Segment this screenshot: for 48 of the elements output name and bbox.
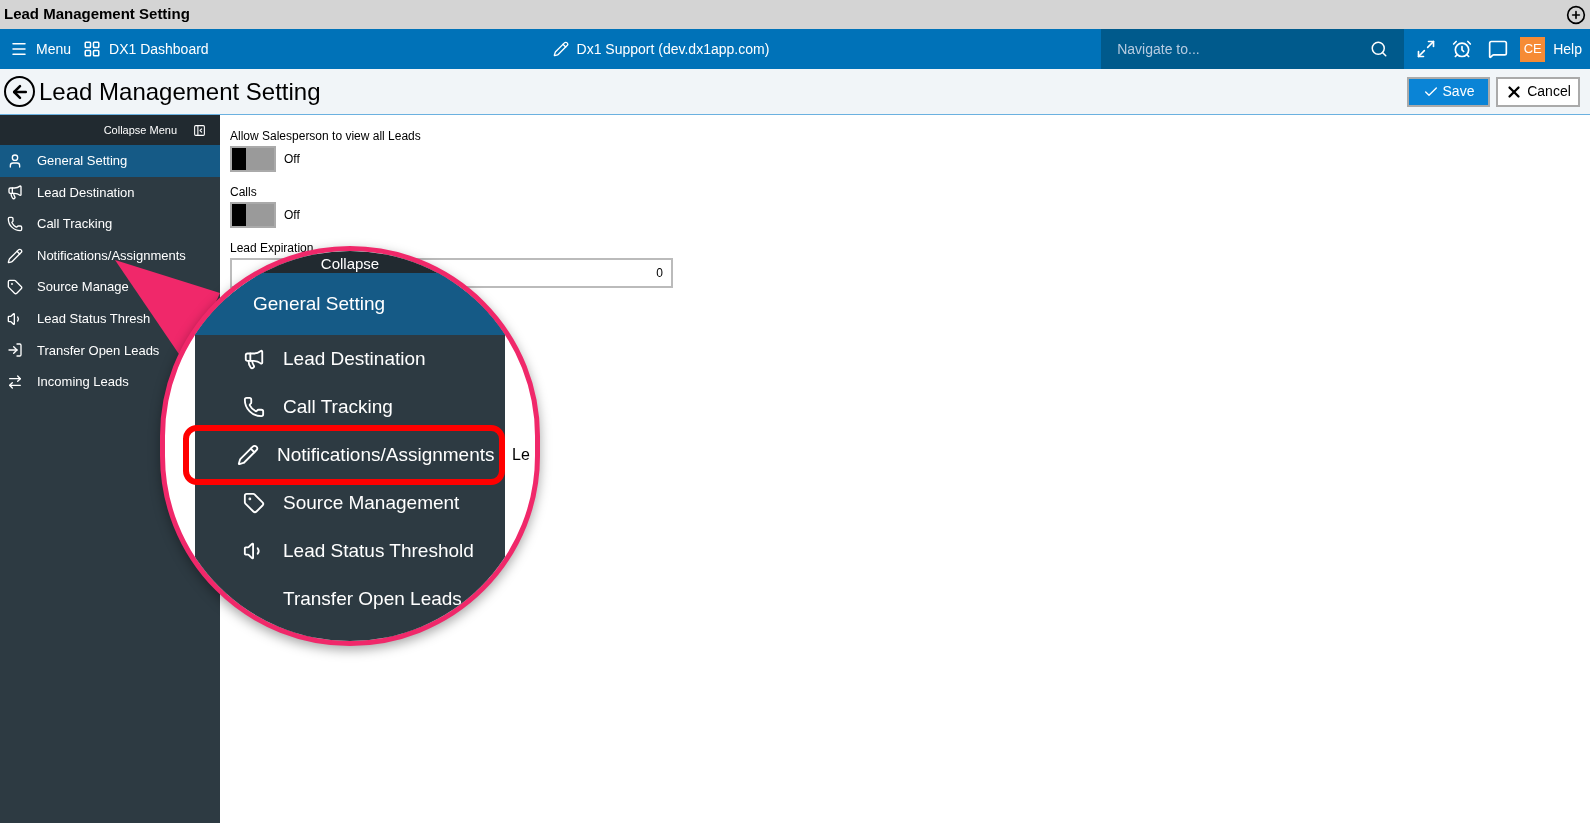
pencil-icon <box>552 41 569 57</box>
account-button[interactable]: Dx1 Support (dev.dx1app.com) <box>552 38 770 60</box>
help-link[interactable]: Help <box>1545 38 1590 60</box>
navigate-field[interactable]: Navigate to... <box>1117 38 1318 60</box>
menu-icon <box>10 40 28 58</box>
sidebar-item[interactable]: Lead Destination <box>0 176 220 209</box>
collapse-icon[interactable] <box>193 123 206 137</box>
phone-icon <box>243 396 265 418</box>
field-label: Calls <box>230 184 258 200</box>
grid-icon <box>83 40 102 58</box>
enter-icon <box>7 342 23 359</box>
pencil-icon <box>237 444 259 466</box>
alarm-clock-icon[interactable] <box>1452 39 1473 59</box>
collapse-label: Collapse <box>320 255 380 273</box>
field-label: Le <box>512 445 530 465</box>
expand-icon[interactable] <box>1416 39 1437 59</box>
cancel-button[interactable]: Cancel <box>1496 76 1580 107</box>
dashboard-button[interactable]: DX1 Dashboard <box>83 38 221 60</box>
search-icon[interactable] <box>1370 40 1389 58</box>
menu-item[interactable]: Lead Status Threshold <box>195 527 505 575</box>
megaphone-icon <box>243 348 265 370</box>
menu-button[interactable]: Menu <box>0 38 84 60</box>
menu-item[interactable]: Notifications/Assignments <box>189 431 499 479</box>
person-icon <box>7 152 23 169</box>
sidebar-item[interactable]: Call Tracking <box>0 208 220 240</box>
navigate-field[interactable]: Navigate to... <box>1101 29 1405 69</box>
toggle-switch[interactable] <box>230 146 276 172</box>
tag-icon <box>7 279 23 296</box>
page-title: Lead Management Setting <box>39 76 321 107</box>
sidebar-item[interactable]: Notifications/Assignments <box>0 239 220 272</box>
phone-icon <box>7 216 23 232</box>
toggle-state: Off <box>284 207 300 224</box>
exchange-icon <box>7 373 23 390</box>
sidebar-item[interactable]: General Setting <box>0 145 220 177</box>
megaphone-icon <box>7 184 23 201</box>
window-title: Lead Management Setting <box>4 4 190 25</box>
toggle-state: Off <box>284 151 300 168</box>
menu-item[interactable]: Transfer Open Leads <box>195 575 505 623</box>
add-circle-icon[interactable] <box>1566 4 1586 25</box>
field-label: Lead Expiration <box>230 240 315 256</box>
pencil-icon <box>7 247 23 264</box>
menu-item[interactable]: Source Management <box>195 479 505 527</box>
toggle-switch[interactable] <box>230 202 276 228</box>
save-button[interactable]: Save <box>1407 76 1490 107</box>
field-label: Allow Salesperson to view all Leads <box>230 128 422 144</box>
tag-icon <box>243 492 265 514</box>
back-button[interactable] <box>4 76 35 107</box>
chat-icon[interactable] <box>1488 39 1509 59</box>
